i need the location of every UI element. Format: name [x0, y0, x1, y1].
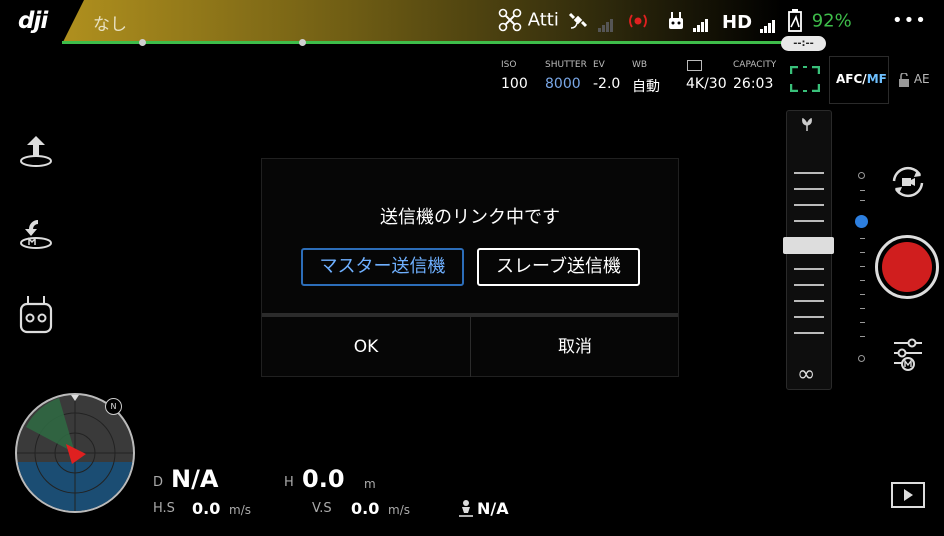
- flight-time-remaining: --:--: [781, 36, 826, 51]
- shutter-caption: SHUTTER: [545, 60, 587, 70]
- return-home-icon[interactable]: [14, 212, 58, 256]
- mf-label: MF: [866, 72, 887, 86]
- iso-value[interactable]: 100: [501, 76, 528, 92]
- vertical-speed-label: V.S: [312, 501, 332, 516]
- iso-caption: ISO: [501, 60, 517, 70]
- focus-tick: [794, 316, 824, 318]
- obstacle-sensing-status[interactable]: [626, 12, 650, 35]
- mode-indicator-tick: [860, 294, 865, 295]
- camera-settings-icon[interactable]: [890, 336, 926, 372]
- hd-signal-bars: [759, 12, 776, 33]
- vertical-speed-unit: m/s: [388, 503, 410, 517]
- remote-signal-bars: [692, 11, 709, 32]
- playback-icon[interactable]: [891, 482, 925, 508]
- capacity-value: 26:03: [733, 76, 774, 92]
- mode-indicator-tick: [860, 308, 865, 309]
- master-controller-button[interactable]: マスター送信機: [301, 248, 464, 286]
- hd-label: HD: [722, 12, 753, 33]
- battery-marker-low: [139, 39, 146, 46]
- focus-slider-handle[interactable]: [783, 237, 834, 254]
- focus-tick: [794, 204, 824, 206]
- mode-indicator-tick: [860, 322, 865, 323]
- height-label: H: [284, 475, 294, 490]
- satellite-icon: [568, 12, 588, 29]
- flight-mode-label: Atti: [527, 9, 559, 31]
- afc-mf-toggle[interactable]: AFC/MF: [829, 56, 889, 104]
- gps-signal-bars: [597, 11, 614, 32]
- mode-indicator-tick: [860, 266, 865, 267]
- radar-warning-icon: [629, 14, 647, 28]
- north-indicator: N: [105, 398, 122, 415]
- wb-caption: WB: [632, 60, 648, 70]
- horizontal-speed-unit: m/s: [229, 503, 251, 517]
- focus-tick: [794, 284, 824, 286]
- ae-label: AE: [913, 72, 930, 86]
- focus-tick: [794, 220, 824, 222]
- horizontal-speed-label: H.S: [153, 501, 175, 516]
- mode-indicator-tick: [860, 252, 865, 253]
- shutter-value[interactable]: 8000: [545, 76, 581, 92]
- takeoff-icon[interactable]: [14, 130, 58, 174]
- macro-flower-icon: [802, 118, 812, 131]
- slave-controller-button[interactable]: スレーブ送信機: [477, 248, 640, 286]
- mode-indicator-tick: [860, 280, 865, 281]
- distance-value: N/A: [171, 465, 219, 493]
- remote-controller-settings-icon[interactable]: [14, 292, 58, 336]
- remote-controller-icon: [669, 12, 683, 29]
- height-value: 0.0: [302, 465, 345, 493]
- battery-marker-rth: [299, 39, 306, 46]
- mode-indicator-tick: [860, 200, 865, 201]
- ev-value[interactable]: -2.0: [593, 76, 620, 92]
- focus-tick: [794, 172, 824, 174]
- horizontal-speed-value: 0.0: [192, 499, 221, 518]
- dialog-message: 送信機のリンク中です: [380, 207, 560, 228]
- remote-signal-status[interactable]: [667, 10, 709, 32]
- flight-status-text: なし: [93, 15, 127, 35]
- vertical-speed-value: 0.0: [351, 499, 380, 518]
- wb-value[interactable]: 自動: [632, 76, 660, 96]
- cancel-button[interactable]: 取消: [471, 317, 679, 377]
- focus-tick: [794, 188, 824, 190]
- afc-label: AFC/: [836, 72, 867, 86]
- home-distance-value: N/A: [477, 499, 509, 518]
- capacity-caption: CAPACITY: [733, 60, 777, 70]
- mode-indicator-tick: [860, 238, 865, 239]
- battery-status[interactable]: 92%: [786, 9, 852, 33]
- battery-progress-line: [62, 41, 782, 44]
- mode-indicator-tick: [860, 336, 865, 337]
- focus-frame-icon[interactable]: [790, 66, 820, 92]
- focus-tick: [794, 268, 824, 270]
- distance-label: D: [153, 475, 164, 490]
- remote-link-dialog: 送信機のリンク中です マスター送信機 スレーブ送信機 OK 取消: [261, 158, 679, 377]
- dji-logo[interactable]: dji: [18, 8, 48, 34]
- ev-caption: EV: [593, 60, 605, 70]
- video-link-status[interactable]: HD: [722, 12, 776, 33]
- home-distance-icon: [459, 500, 473, 517]
- sd-card-icon: [687, 60, 702, 71]
- unlock-icon: [899, 71, 909, 87]
- battery-icon: [788, 9, 802, 32]
- mode-indicator-dot: [858, 172, 865, 179]
- ok-button[interactable]: OK: [262, 317, 470, 377]
- mode-indicator-active: [855, 215, 868, 228]
- flight-mode-status[interactable]: Atti: [498, 8, 559, 32]
- battery-percent: 92%: [811, 10, 852, 32]
- record-button[interactable]: [875, 235, 939, 299]
- more-menu-button[interactable]: •••: [892, 10, 927, 31]
- focus-tick: [794, 300, 824, 302]
- infinity-focus-label: ∞: [797, 362, 816, 387]
- height-unit: m: [364, 477, 376, 491]
- aircraft-icon: [498, 8, 522, 32]
- mode-indicator-tick: [860, 190, 865, 191]
- resolution-value[interactable]: 4K/30: [686, 76, 727, 92]
- ae-lock-button[interactable]: AE: [898, 71, 930, 87]
- mode-indicator-dot: [858, 355, 865, 362]
- focus-tick: [794, 332, 824, 334]
- gps-status[interactable]: [568, 10, 614, 32]
- camera-switch-icon[interactable]: [888, 165, 928, 199]
